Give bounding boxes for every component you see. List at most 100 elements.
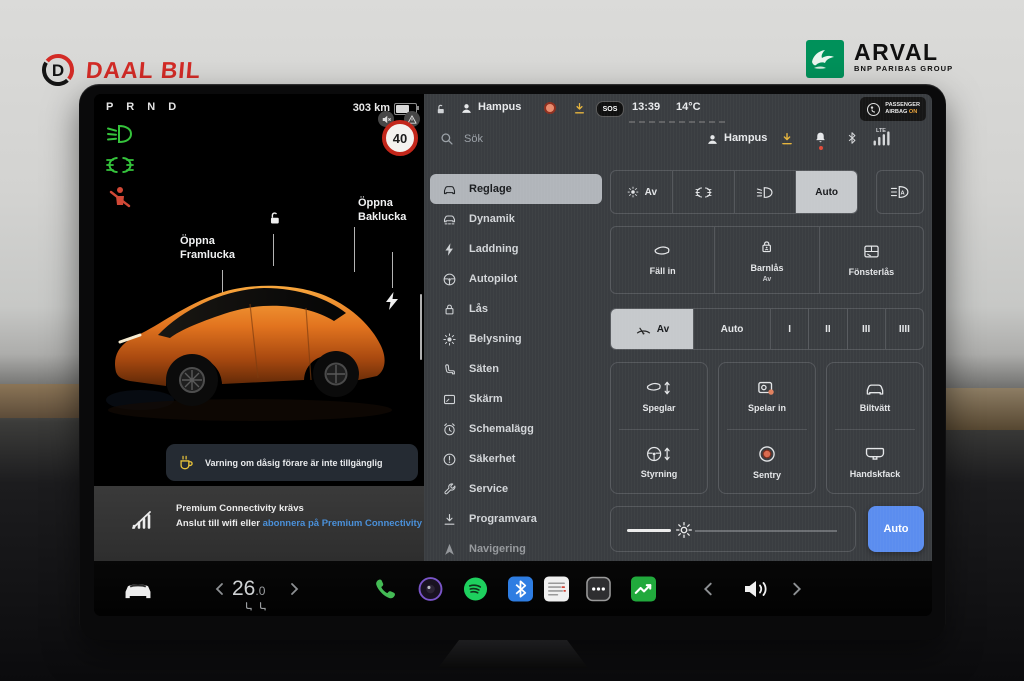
download-icon[interactable] bbox=[780, 132, 794, 146]
menu-item-schedule[interactable]: Schemalägg bbox=[430, 414, 602, 444]
fold-mirrors-button[interactable]: Fäll in bbox=[611, 227, 714, 293]
menu-item-software[interactable]: Programvara bbox=[430, 504, 602, 534]
svg-text:A: A bbox=[900, 190, 904, 196]
mirrors-steering-box: Speglar Styrning bbox=[610, 362, 708, 494]
notifications-bell-icon[interactable] bbox=[814, 131, 827, 145]
lightning-icon bbox=[442, 242, 457, 257]
lights-off-segment[interactable]: Av bbox=[611, 171, 672, 213]
sos-badge[interactable]: SOS bbox=[596, 101, 624, 117]
brightness-slider[interactable] bbox=[610, 506, 856, 552]
drowsy-warning-text: Varning om dåsig förare är inte tillgäng… bbox=[205, 458, 383, 468]
volume-icon[interactable] bbox=[742, 577, 772, 601]
airbag-line2: AIRBAG bbox=[885, 109, 907, 115]
wiper-speed-4[interactable]: IIII bbox=[885, 309, 923, 349]
controls-panel: Hampus SOS 13:39 14°C PASSENGER AIRBAG O… bbox=[424, 94, 932, 561]
pane-scrollbar[interactable] bbox=[420, 294, 422, 360]
spotify-app-icon[interactable] bbox=[463, 576, 488, 601]
wiper-speed-1[interactable]: I bbox=[770, 309, 808, 349]
media-next-chevron[interactable] bbox=[792, 581, 803, 596]
record-sentry-box: Spelar in Sentry bbox=[718, 362, 816, 494]
temp-decimal: .0 bbox=[255, 584, 265, 598]
profile-menu[interactable]: Hampus bbox=[724, 132, 767, 144]
bluetooth-icon[interactable] bbox=[846, 131, 858, 145]
wiper-off-segment[interactable]: Av bbox=[611, 309, 693, 349]
phone-app-icon[interactable] bbox=[372, 576, 397, 601]
recording-indicator-icon[interactable] bbox=[544, 102, 556, 114]
parking-lights-segment[interactable] bbox=[672, 171, 734, 213]
stocks-app-icon[interactable] bbox=[631, 576, 656, 601]
sentry-mode-button[interactable]: Sentry bbox=[719, 429, 815, 495]
alarm-clock-icon bbox=[442, 422, 457, 437]
menu-item-autopilot[interactable]: Autopilot bbox=[430, 264, 602, 294]
clock: 13:39 bbox=[632, 101, 660, 113]
menu-item-dynamics[interactable]: Dynamik bbox=[430, 204, 602, 234]
seatbelt-warning-icon bbox=[109, 186, 131, 210]
panel-drag-handle[interactable] bbox=[629, 121, 729, 123]
lessor-name: ARVAL bbox=[854, 40, 953, 64]
car-dynamics-icon bbox=[442, 212, 457, 227]
glovebox-button[interactable]: Handskfack bbox=[827, 429, 923, 495]
menu-item-lights[interactable]: Belysning bbox=[430, 324, 602, 354]
menu-item-service[interactable]: Service bbox=[430, 474, 602, 504]
car-icon bbox=[442, 182, 457, 197]
cabin-temperature[interactable]: 26.0 bbox=[232, 577, 265, 601]
connectivity-body: Anslut till wifi eller abonnera på Premi… bbox=[176, 518, 422, 529]
alert-circle-icon bbox=[442, 452, 457, 467]
child-lock-icon bbox=[758, 238, 775, 256]
steering-wheel-icon bbox=[442, 272, 457, 287]
display-auto-button[interactable]: Auto bbox=[868, 506, 924, 552]
car-controls-dock-icon[interactable] bbox=[122, 578, 154, 600]
dashcam-record-button[interactable]: Spelar in bbox=[719, 363, 815, 429]
low-beam-segment[interactable] bbox=[734, 171, 796, 213]
carwash-button[interactable]: Biltvätt bbox=[827, 363, 923, 429]
menu-item-display[interactable]: Skärm bbox=[430, 384, 602, 414]
seat-heater-left-icon bbox=[244, 602, 253, 611]
calendar-app-icon[interactable] bbox=[544, 576, 569, 601]
wiper-speed-2[interactable]: II bbox=[808, 309, 846, 349]
mirrors-adjust-button[interactable]: Speglar bbox=[611, 363, 707, 429]
window-lock-button[interactable]: Fönsterlås bbox=[819, 227, 923, 293]
glovebox-icon bbox=[864, 445, 886, 463]
wiper-icon bbox=[635, 322, 652, 336]
menu-item-charging[interactable]: Laddning bbox=[430, 234, 602, 264]
open-trunk-label[interactable]: Öppna Baklucka bbox=[358, 196, 406, 224]
driver-profile-name[interactable]: Hampus bbox=[478, 101, 521, 113]
temp-up-chevron[interactable] bbox=[290, 582, 300, 596]
unlocked-status-icon[interactable] bbox=[434, 103, 447, 116]
bluetooth-app-icon[interactable] bbox=[508, 576, 533, 601]
software-download-icon[interactable] bbox=[573, 102, 586, 115]
menu-item-navigation[interactable]: Navigering bbox=[430, 534, 602, 561]
position-lamps-indicator-icon bbox=[106, 156, 134, 174]
seat-heater-indicators[interactable] bbox=[244, 602, 267, 611]
drowsy-warning-toast[interactable]: Varning om dåsig förare är inte tillgäng… bbox=[166, 444, 418, 481]
menu-item-locks[interactable]: Lås bbox=[430, 294, 602, 324]
temp-down-chevron[interactable] bbox=[214, 582, 224, 596]
media-prev-chevron[interactable] bbox=[702, 581, 713, 596]
parking-lights-icon bbox=[695, 185, 712, 200]
carwash-glovebox-box: Biltvätt Handskfack bbox=[826, 362, 924, 494]
lock-icon bbox=[442, 302, 457, 317]
menu-item-controls[interactable]: Reglage bbox=[430, 174, 602, 204]
unlocked-icon[interactable] bbox=[266, 210, 283, 227]
menu-item-seats[interactable]: Säten bbox=[430, 354, 602, 384]
dashboard-trim-left bbox=[0, 384, 80, 418]
search-input[interactable]: Sök bbox=[440, 132, 483, 146]
vehicle-render bbox=[100, 242, 402, 432]
lights-auto-segment[interactable]: Auto bbox=[795, 171, 857, 213]
download-icon bbox=[442, 512, 457, 527]
wiper-auto-segment[interactable]: Auto bbox=[693, 309, 770, 349]
menu-item-safety[interactable]: Säkerhet bbox=[430, 444, 602, 474]
airbag-state: ON bbox=[909, 109, 917, 115]
brightness-sun-icon[interactable] bbox=[673, 519, 695, 541]
auto-highbeam-button[interactable]: A bbox=[876, 170, 924, 214]
child-lock-button[interactable]: Barnlås Av bbox=[714, 227, 818, 293]
camera-app-icon[interactable] bbox=[418, 576, 443, 601]
steering-adjust-button[interactable]: Styrning bbox=[611, 429, 707, 495]
wiper-speed-3[interactable]: III bbox=[847, 309, 885, 349]
airbag-icon bbox=[866, 102, 881, 117]
seat-heater-right-icon bbox=[258, 602, 267, 611]
profile-icon bbox=[706, 133, 719, 146]
connectivity-link[interactable]: abonnera på Premium Connectivity bbox=[263, 518, 422, 529]
more-apps-icon[interactable] bbox=[586, 576, 611, 601]
wrench-icon bbox=[442, 482, 457, 497]
